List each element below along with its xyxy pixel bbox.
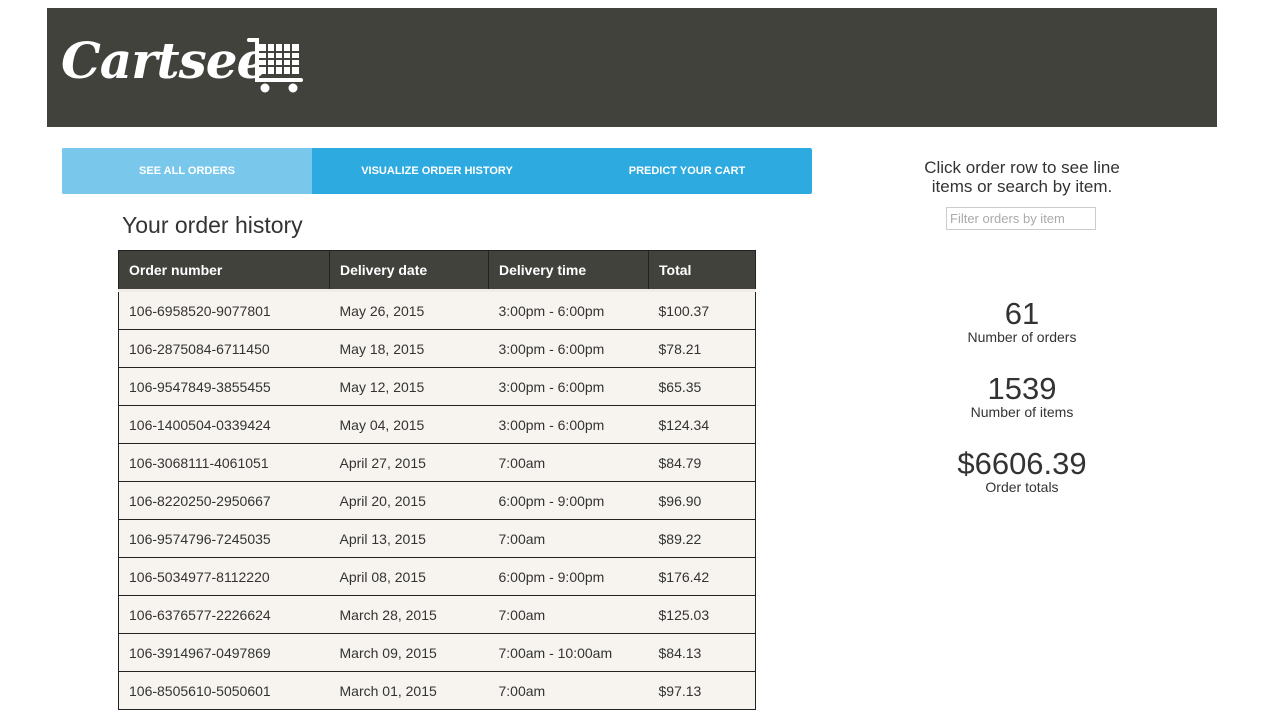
total-cell: $96.90: [648, 481, 756, 520]
delivery-time-cell: 7:00am: [488, 443, 649, 482]
logo[interactable]: Cartsee: [61, 36, 268, 86]
order-number-cell: 106-3068111-4061051: [118, 443, 330, 482]
table-row[interactable]: 106-3914967-0497869 March 09, 2015 7:00a…: [118, 633, 756, 672]
stat-label: Order totals: [985, 479, 1059, 495]
table-header-row: Order number Delivery date Delivery time…: [118, 250, 756, 291]
total-cell: $97.13: [648, 671, 756, 710]
delivery-time-cell: 7:00am: [488, 595, 649, 634]
header-bar: Cartsee: [47, 8, 1217, 127]
order-number-cell: 106-3914967-0497869: [118, 633, 330, 672]
delivery-time-cell: 3:00pm - 6:00pm: [488, 367, 649, 406]
table-row[interactable]: 106-3068111-4061051 April 27, 2015 7:00a…: [118, 443, 756, 482]
nav-tabs: SEE ALL ORDERS VISUALIZE ORDER HISTORY P…: [62, 148, 812, 194]
column-header-total: Total: [648, 250, 756, 291]
total-cell: $100.37: [648, 289, 756, 330]
filter-orders-input[interactable]: [946, 207, 1096, 230]
delivery-date-cell: May 04, 2015: [329, 405, 489, 444]
total-cell: $78.21: [648, 329, 756, 368]
delivery-date-cell: May 26, 2015: [329, 289, 489, 330]
delivery-date-cell: May 18, 2015: [329, 329, 489, 368]
order-number-cell: 106-9574796-7245035: [118, 519, 330, 558]
total-cell: $176.42: [648, 557, 756, 596]
stat-number-of-items: 1539 Number of items: [922, 373, 1122, 420]
order-number-cell: 106-5034977-8112220: [118, 557, 330, 596]
order-number-cell: 106-1400504-0339424: [118, 405, 330, 444]
column-header-delivery-date: Delivery date: [329, 250, 489, 291]
order-number-cell: 106-6958520-9077801: [118, 289, 330, 330]
delivery-time-cell: 6:00pm - 9:00pm: [488, 481, 649, 520]
orders-table: Order number Delivery date Delivery time…: [118, 250, 756, 710]
delivery-date-cell: April 20, 2015: [329, 481, 489, 520]
total-cell: $65.35: [648, 367, 756, 406]
table-row[interactable]: 106-6958520-9077801 May 26, 2015 3:00pm …: [118, 289, 756, 330]
table-row[interactable]: 106-8505610-5050601 March 01, 2015 7:00a…: [118, 671, 756, 710]
total-cell: $125.03: [648, 595, 756, 634]
table-row[interactable]: 106-6376577-2226624 March 28, 2015 7:00a…: [118, 595, 756, 634]
table-row[interactable]: 106-9574796-7245035 April 13, 2015 7:00a…: [118, 519, 756, 558]
stat-value: 61: [1004, 296, 1040, 331]
column-header-delivery-time: Delivery time: [488, 250, 649, 291]
stat-order-totals: $6606.39 Order totals: [922, 448, 1122, 495]
total-cell: $89.22: [648, 519, 756, 558]
table-row[interactable]: 106-8220250-2950667 April 20, 2015 6:00p…: [118, 481, 756, 520]
tab-visualize-order-history[interactable]: VISUALIZE ORDER HISTORY: [312, 148, 562, 194]
delivery-time-cell: 3:00pm - 6:00pm: [488, 329, 649, 368]
total-cell: $84.13: [648, 633, 756, 672]
table-row[interactable]: 106-2875084-6711450 May 18, 2015 3:00pm …: [118, 329, 756, 368]
delivery-time-cell: 3:00pm - 6:00pm: [488, 289, 649, 330]
delivery-time-cell: 7:00am: [488, 519, 649, 558]
tab-see-all-orders[interactable]: SEE ALL ORDERS: [62, 148, 312, 194]
delivery-date-cell: April 27, 2015: [329, 443, 489, 482]
stat-label: Number of orders: [967, 329, 1077, 345]
delivery-date-cell: March 01, 2015: [329, 671, 489, 710]
total-cell: $84.79: [648, 443, 756, 482]
total-cell: $124.34: [648, 405, 756, 444]
delivery-date-cell: March 28, 2015: [329, 595, 489, 634]
tab-predict-your-cart[interactable]: PREDICT YOUR CART: [562, 148, 812, 194]
stat-value: $6606.39: [957, 446, 1087, 481]
stat-value: 1539: [987, 371, 1057, 406]
order-number-cell: 106-8505610-5050601: [118, 671, 330, 710]
table-row[interactable]: 106-9547849-3855455 May 12, 2015 3:00pm …: [118, 367, 756, 406]
delivery-time-cell: 6:00pm - 9:00pm: [488, 557, 649, 596]
delivery-date-cell: March 09, 2015: [329, 633, 489, 672]
page-title: Your order history: [122, 212, 303, 238]
shopping-cart-icon: [247, 38, 303, 93]
column-header-order-number: Order number: [118, 250, 330, 291]
order-number-cell: 106-8220250-2950667: [118, 481, 330, 520]
order-number-cell: 106-2875084-6711450: [118, 329, 330, 368]
instructions-text: Click order row to see line items or sea…: [924, 158, 1120, 196]
table-row[interactable]: 106-5034977-8112220 April 08, 2015 6:00p…: [118, 557, 756, 596]
table-row[interactable]: 106-1400504-0339424 May 04, 2015 3:00pm …: [118, 405, 756, 444]
delivery-time-cell: 7:00am: [488, 671, 649, 710]
order-number-cell: 106-9547849-3855455: [118, 367, 330, 406]
stat-number-of-orders: 61 Number of orders: [922, 298, 1122, 345]
delivery-date-cell: May 12, 2015: [329, 367, 489, 406]
delivery-date-cell: April 13, 2015: [329, 519, 489, 558]
stat-label: Number of items: [970, 404, 1074, 420]
delivery-time-cell: 7:00am - 10:00am: [488, 633, 649, 672]
order-number-cell: 106-6376577-2226624: [118, 595, 330, 634]
delivery-time-cell: 3:00pm - 6:00pm: [488, 405, 649, 444]
delivery-date-cell: April 08, 2015: [329, 557, 489, 596]
